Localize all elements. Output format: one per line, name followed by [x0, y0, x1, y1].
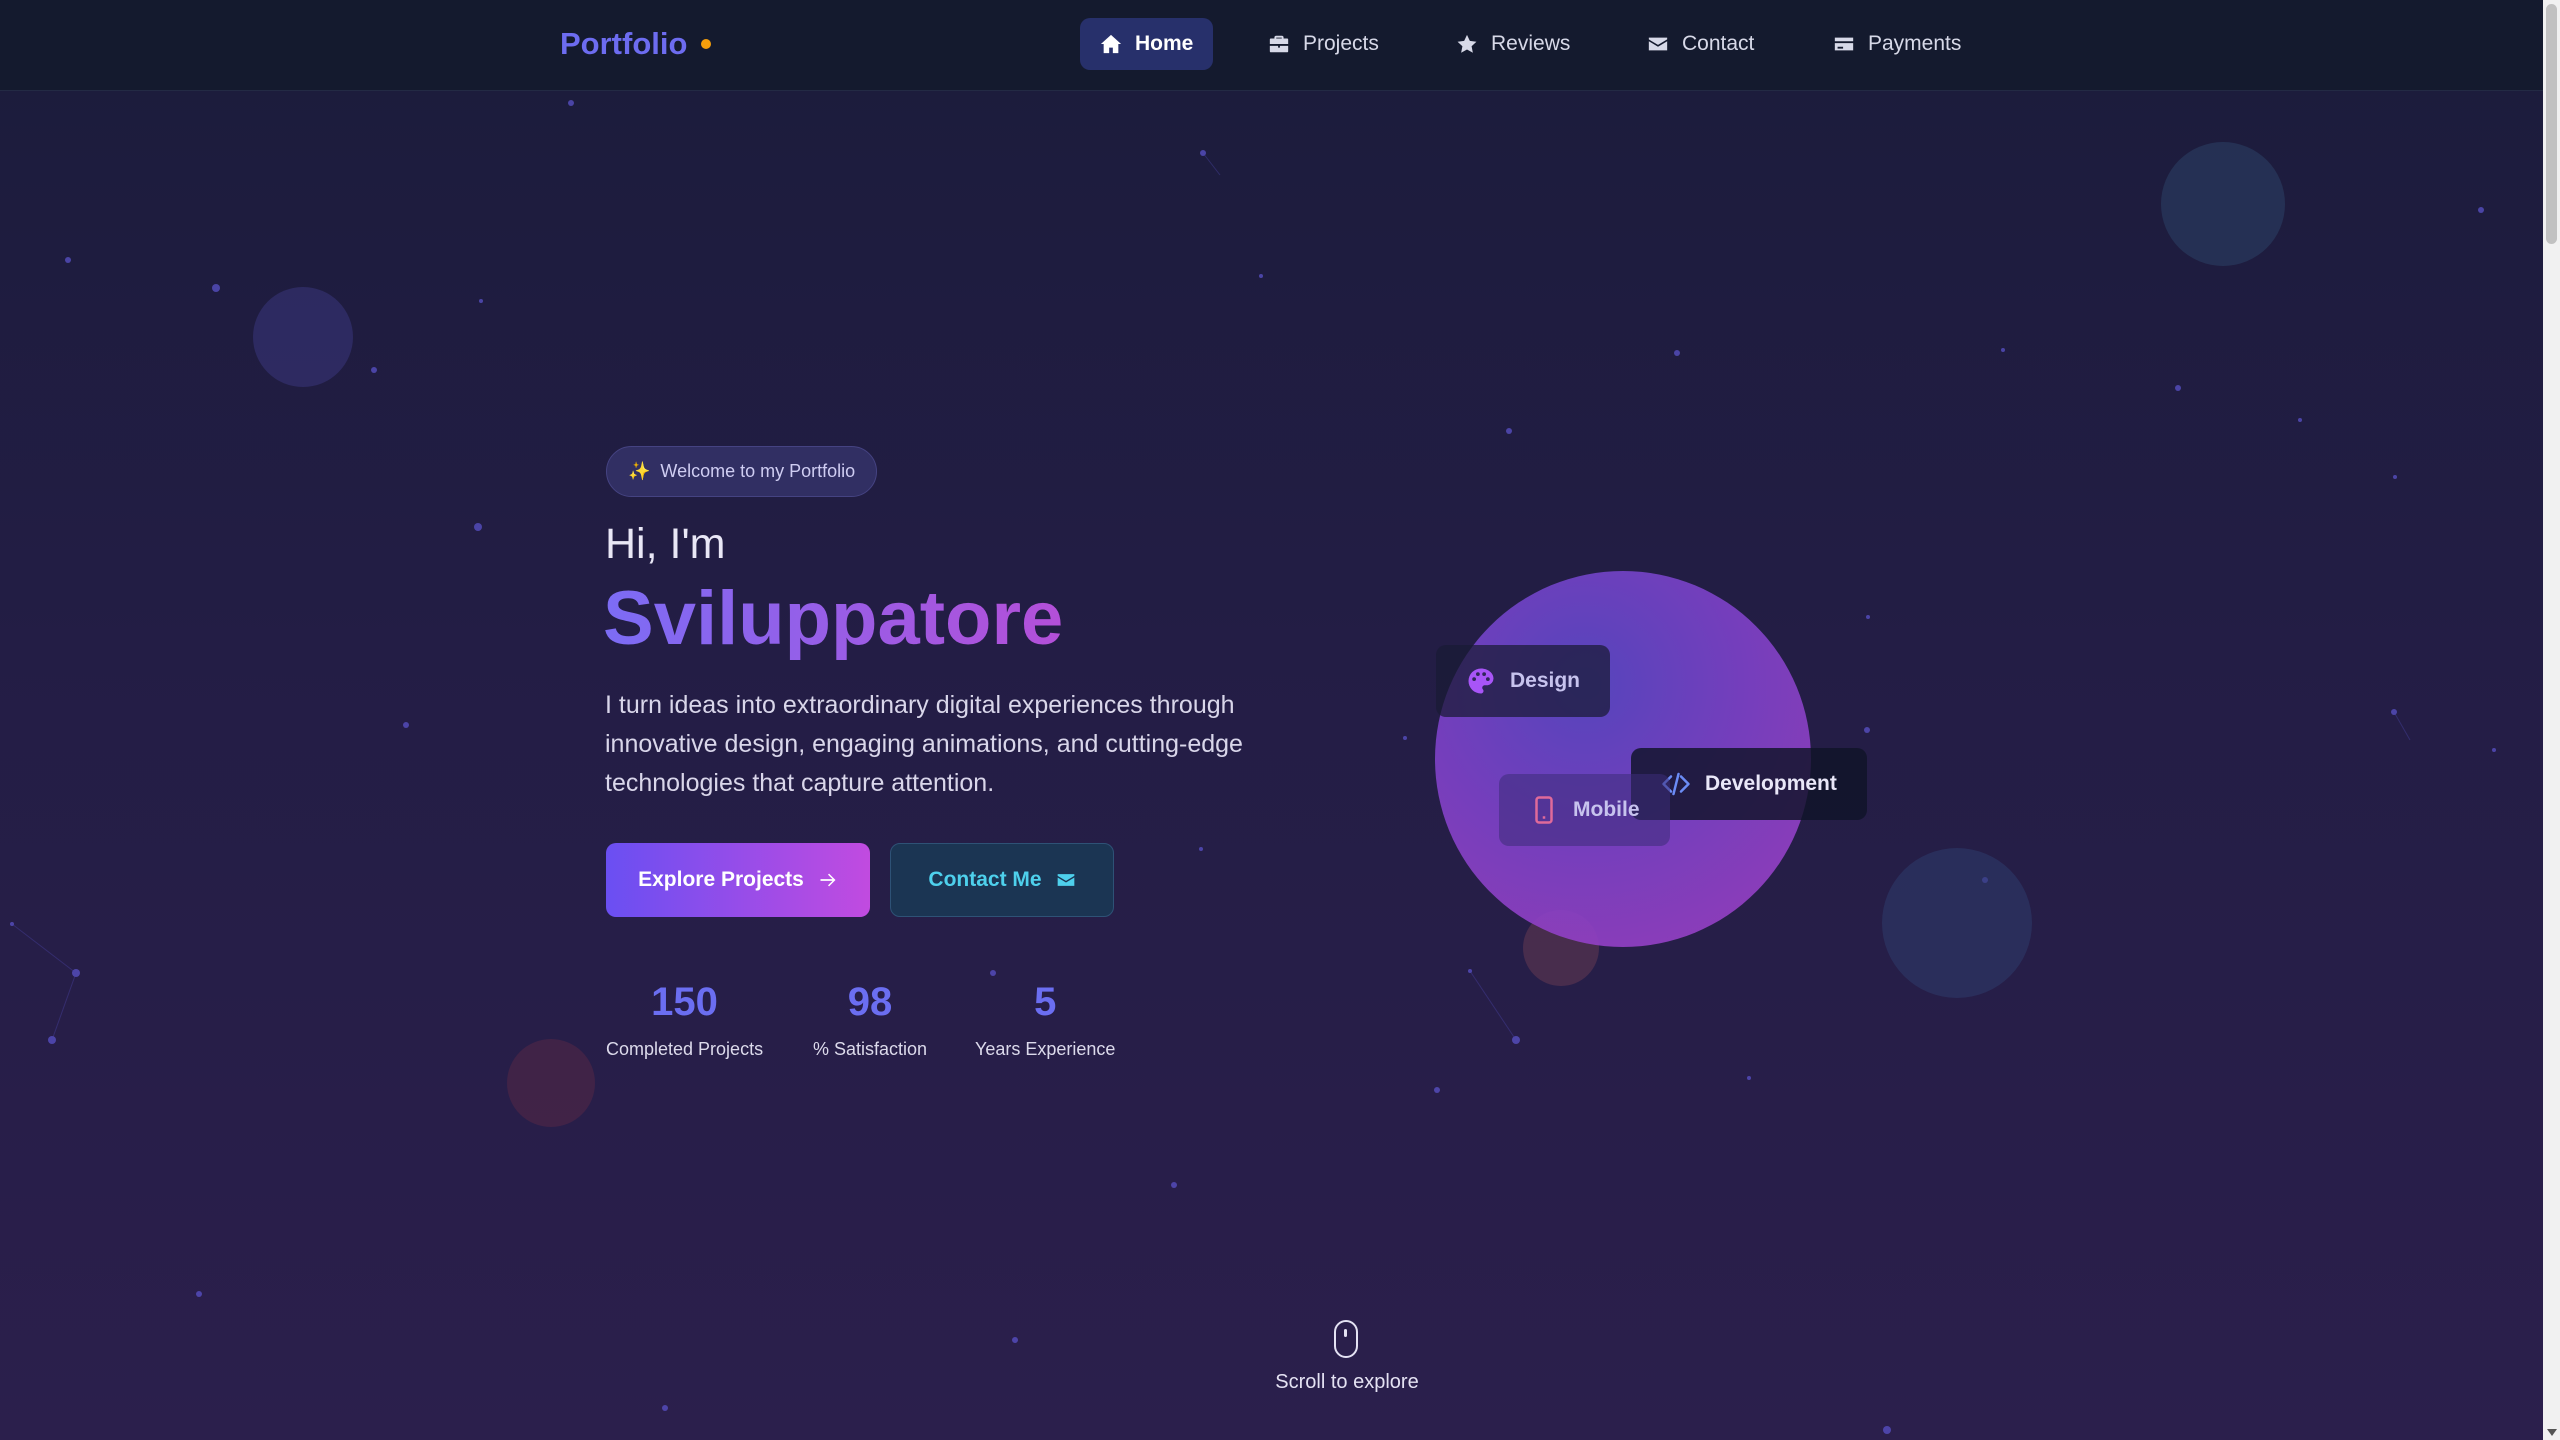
hero-name: Sviluppatore: [603, 576, 1064, 661]
stat-completed-projects: 150 Completed Projects: [606, 980, 763, 1060]
mouse-icon: [1334, 1320, 1358, 1358]
explore-projects-button[interactable]: Explore Projects: [606, 843, 870, 917]
stat-years-experience: 5 Years Experience: [975, 980, 1115, 1060]
nav-item-label: Projects: [1303, 32, 1379, 55]
hero-greeting: Hi, I'm: [605, 520, 726, 568]
welcome-badge: ✨ Welcome to my Portfolio: [606, 446, 878, 497]
stat-label: Years Experience: [975, 1039, 1116, 1059]
sparkles-icon: ✨: [628, 461, 651, 481]
stat-value: 98: [847, 980, 893, 1024]
nav-item-label: Home: [1135, 32, 1194, 55]
page-scrollbar[interactable]: [2543, 0, 2560, 1440]
chip-label: Development: [1705, 772, 1837, 795]
scrollbar-thumb[interactable]: [2546, 4, 2557, 244]
stat-value: 150: [651, 980, 718, 1024]
stat-satisfaction: 98 % Satisfaction: [813, 980, 927, 1060]
chip-label: Mobile: [1573, 798, 1640, 821]
stat-label: % Satisfaction: [813, 1039, 928, 1059]
scroll-down-arrow-icon[interactable]: [2547, 1429, 2557, 1436]
stat-value: 5: [1034, 980, 1057, 1024]
envelope-icon: [1648, 37, 1668, 51]
stat-label: Completed Projects: [606, 1039, 764, 1059]
chip-label: Design: [1510, 669, 1581, 692]
nav-item-label: Payments: [1868, 32, 1962, 55]
background-particles: [10, 100, 2496, 1434]
nav-item-contact[interactable]: Contact: [1627, 18, 1774, 70]
nav-item-home[interactable]: Home: [1080, 18, 1214, 70]
nav-item-payments[interactable]: Payments: [1813, 18, 1981, 70]
brand-logo[interactable]: Portfolio: [560, 26, 712, 62]
top-navbar: Portfolio Home Projects Reviews Contact …: [0, 0, 2543, 91]
nav-item-projects[interactable]: Projects: [1248, 18, 1399, 70]
briefcase-icon: [1269, 35, 1289, 53]
chip-design: Design: [1436, 645, 1611, 717]
nav-item-label: Reviews: [1491, 32, 1571, 55]
arrow-right-icon: [820, 873, 836, 887]
brand-dot-icon: [701, 39, 712, 49]
nav-item-label: Contact: [1682, 32, 1755, 55]
brand-label[interactable]: Portfolio: [560, 26, 687, 62]
welcome-badge-label: Welcome to my Portfolio: [660, 461, 856, 481]
palette-icon: [1468, 668, 1494, 694]
contact-me-label: Contact Me: [928, 868, 1042, 891]
scroll-hint: Scroll to explore: [1275, 1371, 1419, 1393]
contact-me-button[interactable]: Contact Me: [890, 843, 1114, 917]
hero-description: I turn ideas into extraordinary digital …: [605, 691, 1243, 797]
chip-mobile: Mobile: [1499, 774, 1670, 846]
envelope-icon: [1057, 874, 1074, 886]
nav-item-reviews[interactable]: Reviews: [1436, 18, 1590, 70]
credit-card-icon: [1834, 37, 1854, 51]
explore-projects-label: Explore Projects: [638, 868, 804, 891]
star-icon: [1457, 34, 1477, 53]
home-icon: [1100, 34, 1122, 54]
smartphone-icon: [1535, 796, 1553, 824]
